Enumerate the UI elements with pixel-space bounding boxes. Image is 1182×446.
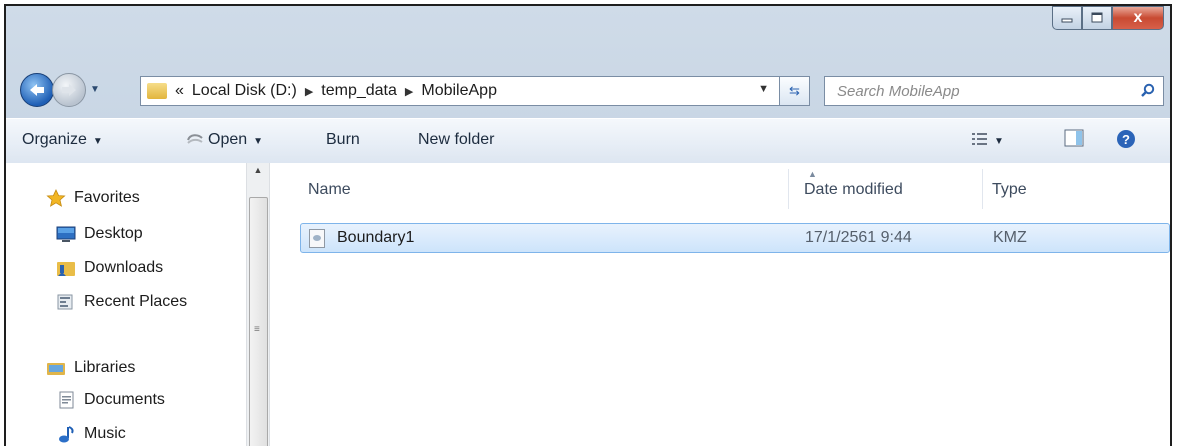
breadcrumb-temp-data[interactable]: temp_data — [321, 82, 397, 100]
column-header-date-modified[interactable]: Date modified — [804, 181, 903, 199]
open-program-icon — [187, 134, 203, 144]
minimize-icon — [1061, 18, 1073, 23]
nav-downloads[interactable]: Downloads — [56, 259, 163, 277]
navigation-pane: Favorites Desktop Downloads Recent Place… — [6, 163, 246, 446]
file-list: ▲ Name Date modified Type Boundary1 17/1… — [268, 163, 1170, 446]
maximize-button[interactable] — [1082, 6, 1112, 30]
nav-label: Recent Places — [84, 293, 188, 310]
open-label: Open — [208, 131, 248, 148]
nav-label: Documents — [84, 391, 165, 408]
view-list-icon — [972, 133, 987, 145]
nav-recent-places[interactable]: Recent Places — [56, 293, 187, 311]
preview-pane-button[interactable] — [1064, 129, 1084, 152]
refresh-button[interactable]: ⇆ — [780, 76, 810, 106]
nav-label: Downloads — [84, 259, 164, 276]
search-box[interactable]: Search MobileApp — [824, 76, 1164, 106]
desktop-icon — [56, 226, 76, 242]
chevron-down-icon: ▼ — [92, 136, 103, 147]
sort-ascending-icon: ▲ — [808, 169, 817, 179]
file-name: Boundary1 — [337, 229, 415, 246]
grip-icon: ≡ — [254, 324, 260, 335]
nav-scrollbar[interactable]: ▲ ≡ — [246, 163, 270, 446]
help-button[interactable]: ? — [1116, 129, 1136, 154]
close-button[interactable]: x — [1112, 6, 1164, 30]
nav-label: Desktop — [84, 225, 143, 242]
address-bar[interactable]: « Local Disk (D:) ▶ temp_data ▶ MobileAp… — [140, 76, 780, 106]
breadcrumb-arrow-icon[interactable]: ▶ — [405, 85, 413, 98]
minimize-button[interactable] — [1052, 6, 1082, 30]
folder-icon — [147, 83, 167, 99]
search-icon[interactable] — [1141, 83, 1155, 97]
music-icon — [59, 426, 74, 443]
close-icon: x — [1133, 9, 1143, 26]
nav-documents[interactable]: Documents — [56, 391, 165, 409]
title-bar: x — [6, 6, 1170, 62]
burn-button[interactable]: Burn — [326, 131, 360, 149]
svg-text:?: ? — [1122, 132, 1130, 147]
content-area: Favorites Desktop Downloads Recent Place… — [6, 163, 1170, 446]
organize-label: Organize — [22, 131, 87, 148]
forward-button[interactable] — [52, 73, 86, 107]
maximize-icon — [1091, 12, 1103, 23]
column-header-name[interactable]: Name — [308, 181, 351, 199]
breadcrumb-local-disk[interactable]: Local Disk (D:) — [192, 82, 297, 100]
address-row: ▼ « Local Disk (D:) ▶ temp_data ▶ Mobile… — [6, 66, 1170, 116]
window-controls: x — [1052, 6, 1164, 30]
address-history-dropdown[interactable]: ▼ — [758, 83, 769, 95]
search-placeholder: Search MobileApp — [837, 83, 960, 100]
open-menu[interactable]: Open ▼ — [186, 131, 263, 149]
nav-desktop[interactable]: Desktop — [56, 225, 143, 243]
file-type: KMZ — [993, 229, 1027, 246]
star-icon — [46, 189, 66, 207]
file-row[interactable]: Boundary1 17/1/2561 9:44 KMZ — [300, 223, 1170, 253]
chevron-down-icon: ▼ — [253, 136, 264, 147]
nav-favorites[interactable]: Favorites — [46, 189, 140, 207]
breadcrumb-mobileapp[interactable]: MobileApp — [421, 82, 497, 100]
help-icon: ? — [1117, 130, 1135, 148]
back-button[interactable] — [20, 73, 54, 107]
nav-label: Favorites — [74, 189, 140, 206]
column-divider[interactable] — [788, 169, 789, 209]
preview-pane-icon — [1064, 129, 1084, 147]
nav-libraries[interactable]: Libraries — [46, 359, 135, 377]
recent-places-icon — [57, 294, 73, 310]
chevron-down-icon: ▼ — [994, 136, 1004, 147]
file-date-modified: 17/1/2561 9:44 — [805, 229, 912, 246]
scrollbar-thumb[interactable]: ≡ — [249, 197, 268, 446]
back-arrow-icon — [30, 84, 44, 96]
breadcrumb-arrow-icon[interactable]: ▶ — [305, 85, 313, 98]
forward-arrow-icon — [62, 84, 76, 96]
nav-label: Libraries — [74, 359, 136, 376]
scroll-up-icon[interactable]: ▲ — [247, 165, 269, 181]
nav-label: Music — [84, 425, 126, 442]
nav-music[interactable]: Music — [56, 425, 126, 443]
kmz-file-icon — [309, 229, 325, 248]
recent-pages-dropdown[interactable]: ▼ — [90, 84, 100, 95]
column-divider[interactable] — [982, 169, 983, 209]
view-options-button[interactable]: ▼ — [972, 131, 1004, 149]
command-bar: Organize ▼ Open ▼ Burn New folder ▼ ? — [6, 118, 1170, 164]
new-folder-button[interactable]: New folder — [418, 131, 494, 149]
column-header-type[interactable]: Type — [992, 181, 1027, 199]
refresh-icon: ⇆ — [789, 83, 800, 98]
downloads-folder-icon — [57, 262, 75, 276]
address-chevrons[interactable]: « — [175, 82, 184, 100]
libraries-icon — [47, 363, 65, 375]
documents-icon — [59, 391, 74, 409]
organize-menu[interactable]: Organize ▼ — [22, 131, 103, 149]
explorer-window: x ▼ « Local Disk (D:) ▶ temp_data ▶ Mobi… — [4, 4, 1172, 446]
